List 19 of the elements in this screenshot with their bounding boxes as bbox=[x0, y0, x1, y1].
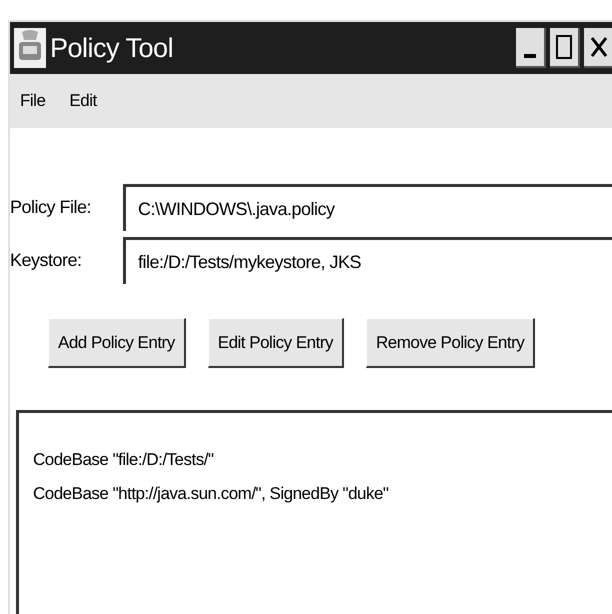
action-button[interactable]: Remove Policy Entry bbox=[366, 318, 536, 368]
maximize-icon bbox=[556, 35, 572, 59]
app-logo-icon bbox=[14, 28, 46, 68]
close-button[interactable] bbox=[584, 28, 612, 68]
minimize-button[interactable] bbox=[516, 28, 546, 68]
field-label: Policy File: bbox=[10, 196, 92, 219]
window-title: Policy Tool bbox=[50, 32, 174, 65]
text-field[interactable]: C:\WINDOWS\.java.policy bbox=[123, 184, 612, 231]
action-button[interactable]: Edit Policy Entry bbox=[208, 318, 344, 368]
policy-entry[interactable]: CodeBase "http://java.sun.com/", SignedBy "duke" bbox=[33, 477, 612, 511]
maximize-button[interactable] bbox=[550, 28, 580, 68]
minimize-icon bbox=[524, 54, 536, 58]
menu-item[interactable]: File bbox=[20, 88, 46, 114]
action-button[interactable]: Add Policy Entry bbox=[48, 318, 186, 368]
text-field[interactable]: file:/D:/Tests/mykeystore, JKS bbox=[123, 237, 612, 284]
field-label: Keystore: bbox=[10, 249, 83, 272]
close-icon bbox=[590, 36, 608, 58]
menu-item[interactable]: Edit bbox=[69, 88, 97, 114]
policy-entry[interactable]: CodeBase "file:/D:/Tests/" bbox=[33, 443, 612, 477]
